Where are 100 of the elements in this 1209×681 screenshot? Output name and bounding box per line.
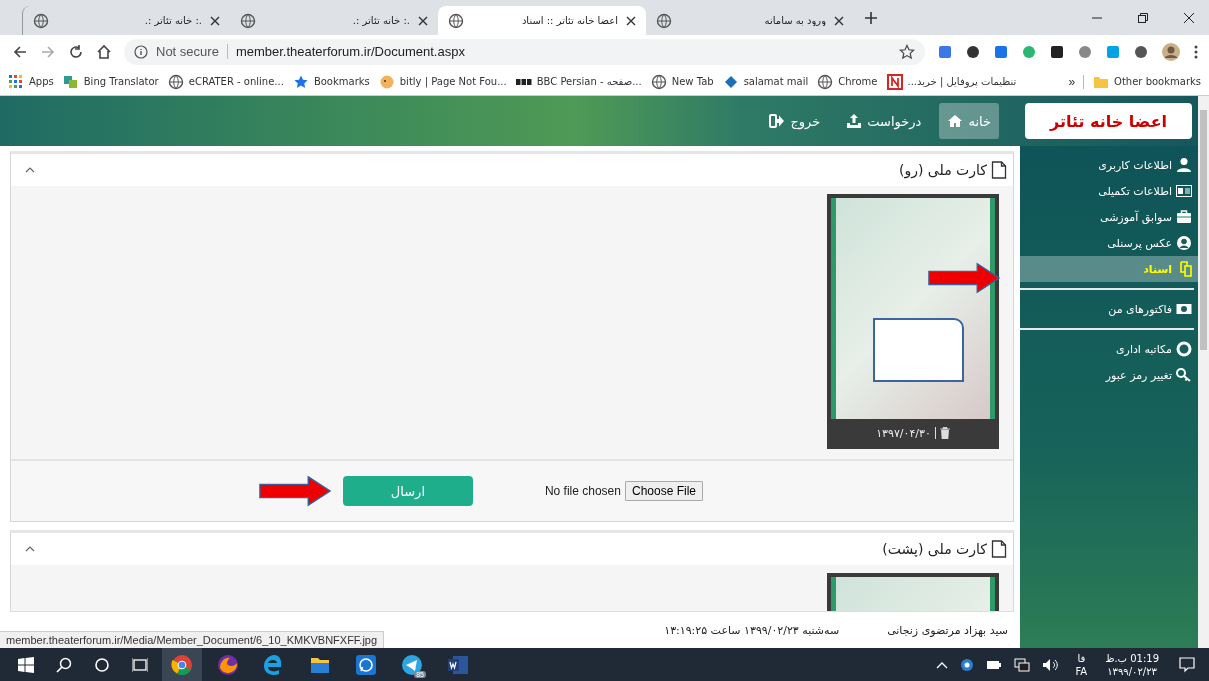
profile-avatar-icon[interactable] — [1161, 41, 1181, 62]
task-view-icon[interactable] — [132, 656, 148, 673]
status-link-preview: member.theaterforum.ir/Media/Member_Document/6_10_KMKVBNFXFF.jpg — [0, 631, 385, 648]
user-circle-icon — [1176, 235, 1192, 251]
sidebar-item[interactable]: اسناد — [1020, 256, 1198, 282]
close-icon[interactable] — [418, 15, 428, 26]
upload-date: ۱۳۹۷/۰۴/۳۰ — [876, 426, 931, 440]
bookmark-folder[interactable]: Other bookmarks — [1093, 73, 1201, 90]
site-logo[interactable]: اعضا خانه تئاتر — [1025, 103, 1192, 139]
home-icon[interactable] — [96, 43, 112, 60]
browser-tab[interactable]: ورود به سامانه — [646, 6, 854, 35]
document-icon — [991, 161, 1007, 179]
chevron-up-icon[interactable] — [936, 660, 949, 669]
tab-title: ورود به سامانه — [763, 15, 826, 26]
address-bar[interactable]: Not secure member.theaterforum.ir/Document.aspx — [124, 38, 925, 65]
bookmark-item[interactable]: Bookmarks — [292, 73, 370, 90]
bookmark-item[interactable]: New Tab — [650, 73, 714, 90]
banknote-icon — [1176, 301, 1192, 317]
new-tab-icon[interactable] — [864, 10, 878, 25]
paper-plane-icon[interactable] — [401, 653, 423, 676]
home-icon — [947, 113, 964, 129]
bookmark-item[interactable]: salamat mail — [722, 73, 809, 90]
close-icon[interactable] — [1183, 11, 1195, 24]
bookmark-item[interactable]: eCRATER - online... — [167, 73, 284, 90]
translator-icon — [62, 73, 79, 90]
nav-link[interactable]: خروج — [761, 103, 829, 139]
collapse-caret-icon[interactable] — [25, 546, 35, 552]
chrome-icon[interactable] — [171, 653, 193, 676]
scrollbar-thumb[interactable] — [1200, 110, 1207, 350]
trash-icon[interactable] — [939, 427, 950, 439]
star-icon[interactable] — [899, 43, 915, 60]
file-input[interactable]: No file chosen Choose File — [544, 481, 703, 501]
bookmark-item[interactable]: تنظیمات پروفایل | خرید... — [886, 73, 1017, 90]
extension-icon[interactable] — [1049, 43, 1065, 60]
panel-title: کارت ملی (پشت) — [882, 540, 1007, 558]
sidebar-item[interactable]: اطلاعات تکمیلی — [1020, 178, 1198, 204]
circle-icon[interactable] — [94, 656, 110, 673]
extension-icon[interactable] — [1133, 43, 1149, 60]
document-icon — [991, 540, 1007, 558]
globe-icon — [656, 12, 672, 29]
bookmark-item[interactable]: Chrome — [817, 73, 878, 90]
extension-icon[interactable] — [965, 43, 981, 60]
tab-title: .: خانه تئاتر :. — [143, 15, 202, 26]
menu-icon[interactable] — [1193, 43, 1199, 60]
globe-icon — [650, 73, 667, 90]
collapse-caret-icon[interactable] — [25, 167, 35, 173]
bookmark-item[interactable]: bitly | Page Not Fou... — [378, 73, 507, 90]
word-icon[interactable] — [447, 653, 469, 676]
bookmark-item[interactable]: Bing Translator — [62, 73, 159, 90]
browser-tab[interactable]: اعضا خانه تئاتر :: اسناد — [438, 6, 646, 35]
shield-icon[interactable] — [960, 657, 975, 672]
sidebar-item[interactable]: اطلاعات کاربری — [1020, 152, 1198, 178]
reload-icon[interactable] — [68, 43, 84, 60]
letter-n-icon — [886, 73, 903, 90]
sidebar-item[interactable]: تغییر رمز عبور — [1020, 362, 1198, 388]
scrollbar[interactable] — [1198, 96, 1209, 648]
globe-icon — [167, 73, 184, 90]
date-time: سه‌شنبه ۱۳۹۹/۰۲/۲۳ ساعت ۱۳:۱۹:۲۵ — [664, 623, 840, 637]
globe-icon — [240, 12, 256, 29]
bookmark-item[interactable]: BBC Persian - صفحه... — [515, 73, 642, 90]
exit-icon — [769, 113, 786, 129]
bookmark-item[interactable]: Apps — [8, 73, 54, 90]
windows-start-icon[interactable] — [18, 656, 34, 673]
id-card-icon — [1176, 183, 1192, 199]
sidebar-item[interactable]: فاکتورهای من — [1020, 296, 1198, 322]
url-text: member.theaterforum.ir/Document.aspx — [235, 44, 465, 59]
close-icon[interactable] — [210, 15, 220, 26]
overflow-chevron[interactable]: » — [1068, 74, 1085, 89]
close-icon[interactable] — [626, 15, 636, 26]
language-code[interactable]: FA — [1075, 664, 1088, 678]
battery-icon[interactable] — [986, 658, 1003, 671]
chat-icon[interactable] — [355, 653, 377, 676]
language-indicator[interactable]: فا — [1077, 651, 1086, 665]
network-icon[interactable] — [1014, 657, 1031, 672]
security-label: Not secure — [156, 44, 228, 59]
sidebar-item[interactable]: مکاتبه اداری — [1020, 336, 1198, 362]
globe-icon — [817, 73, 834, 90]
clock-date[interactable]: ۱۳۹۹/۰۲/۲۳ — [1107, 664, 1157, 678]
restore-icon[interactable] — [1137, 11, 1149, 24]
tab-title: اعضا خانه تئاتر :: اسناد — [520, 15, 618, 26]
search-icon[interactable] — [56, 656, 72, 673]
key-icon — [1176, 367, 1192, 383]
life-ring-icon — [1176, 341, 1192, 357]
globe-icon — [33, 12, 49, 29]
close-icon[interactable] — [834, 15, 844, 26]
tab-title: .: خانه تئاتر :. — [351, 15, 410, 26]
file-status: No file chosen — [544, 484, 621, 498]
user-name: سید بهزاد مرتضوی زنجانی — [887, 623, 1008, 637]
sidebar-item[interactable]: سوابق آموزشی — [1020, 204, 1198, 230]
choose-file-button[interactable]: Choose File — [624, 481, 703, 501]
sidebar-item[interactable]: عکس پرسنلی — [1020, 230, 1198, 256]
speaker-icon[interactable] — [1042, 657, 1061, 672]
upload-icon — [846, 113, 863, 129]
briefcase-icon — [1176, 209, 1192, 225]
nav-link[interactable]: درخواست — [838, 103, 930, 139]
clock-time[interactable]: 01:19 ب.ظ — [1105, 651, 1159, 665]
browser-tab[interactable]: .: خانه تئاتر :. — [230, 6, 438, 35]
notification-icon[interactable] — [1179, 656, 1195, 673]
arrow-annotation — [928, 262, 1000, 294]
back-icon[interactable] — [12, 43, 28, 60]
